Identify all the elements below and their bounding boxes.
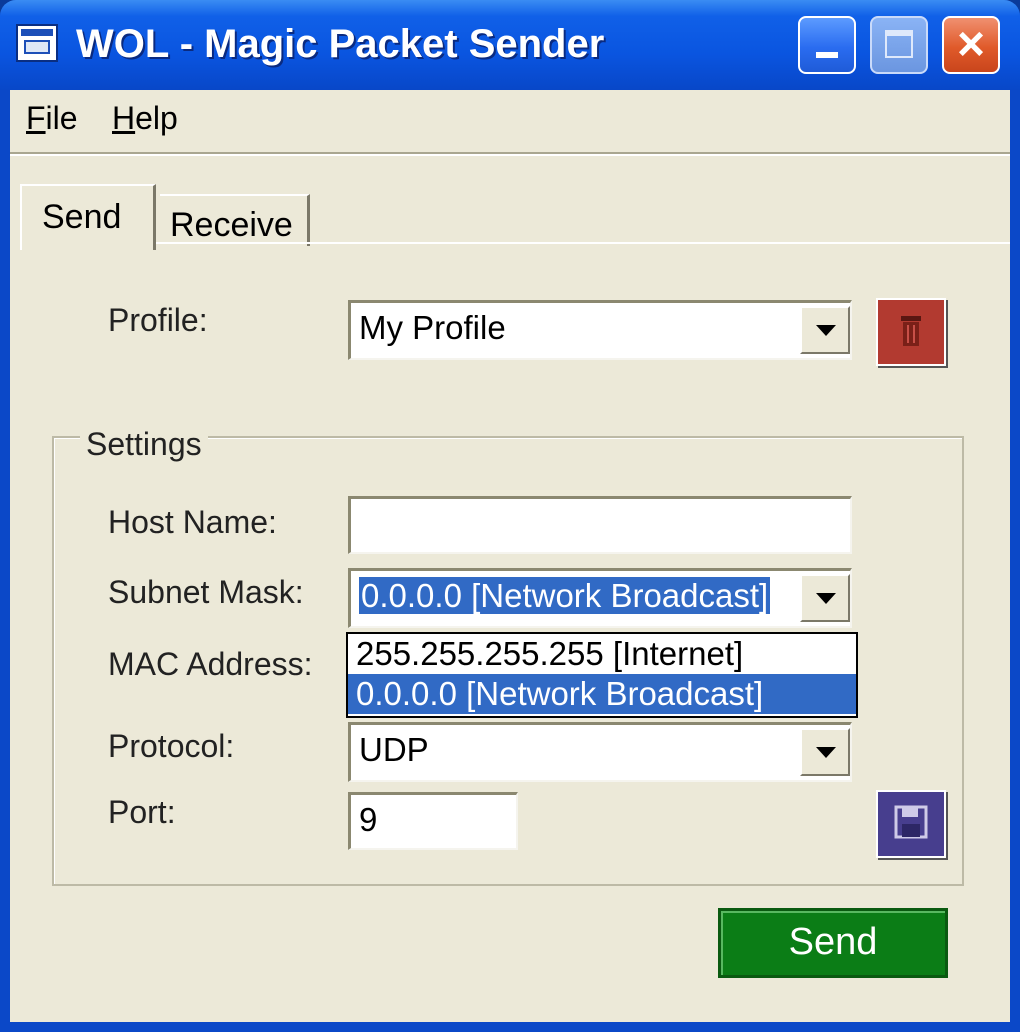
window-title: WOL - Magic Packet Sender: [76, 22, 605, 66]
host-name-input[interactable]: [348, 496, 852, 554]
close-icon: ×: [956, 18, 986, 71]
settings-group-title: Settings: [80, 426, 208, 463]
host-name-label: Host Name:: [108, 504, 277, 540]
subnet-option-network-broadcast[interactable]: 0.0.0.0 [Network Broadcast]: [348, 674, 856, 714]
chevron-down-icon: [816, 593, 836, 604]
app-icon: [16, 24, 58, 62]
subnet-mask-dropdown-list: 255.255.255.255 [Internet] 0.0.0.0 [Netw…: [346, 632, 858, 718]
port-label: Port:: [108, 794, 176, 830]
subnet-mask-dropdown-button[interactable]: [800, 574, 850, 622]
tab-panel-border: [20, 242, 1010, 244]
delete-profile-button[interactable]: [876, 298, 946, 366]
mac-address-label: MAC Address:: [108, 646, 313, 682]
close-button[interactable]: ×: [942, 16, 1000, 74]
profile-value: My Profile: [359, 309, 506, 346]
menu-file[interactable]: File: [26, 100, 78, 137]
subnet-mask-label: Subnet Mask:: [108, 574, 304, 610]
floppy-disk-icon: [894, 805, 928, 839]
protocol-label: Protocol:: [108, 728, 235, 764]
protocol-dropdown-button[interactable]: [800, 728, 850, 776]
menu-bar: File Help: [10, 90, 1010, 150]
maximize-icon: [885, 30, 913, 58]
protocol-value: UDP: [359, 731, 429, 768]
tab-send[interactable]: Send: [20, 184, 156, 250]
save-profile-button[interactable]: [876, 790, 946, 858]
chevron-down-icon: [816, 325, 836, 336]
profile-dropdown-button[interactable]: [800, 306, 850, 354]
chevron-down-icon: [816, 747, 836, 758]
subnet-mask-select[interactable]: 0.0.0.0 [Network Broadcast]: [348, 568, 852, 628]
protocol-select[interactable]: UDP: [348, 722, 852, 782]
menu-separator: [10, 152, 1010, 156]
title-bar[interactable]: WOL - Magic Packet Sender ×: [0, 0, 1020, 90]
client-area: File Help Send Receive Profile: My Profi…: [10, 90, 1010, 1022]
profile-select[interactable]: My Profile: [348, 300, 852, 360]
subnet-mask-value: 0.0.0.0 [Network Broadcast]: [359, 577, 771, 614]
maximize-button[interactable]: [870, 16, 928, 74]
minimize-icon: [816, 52, 838, 58]
menu-help[interactable]: Help: [112, 100, 178, 137]
profile-label: Profile:: [108, 302, 208, 338]
port-input[interactable]: 9: [348, 792, 518, 850]
subnet-option-internet[interactable]: 255.255.255.255 [Internet]: [348, 634, 856, 674]
tab-receive[interactable]: Receive: [160, 194, 310, 246]
trash-icon: [901, 316, 921, 346]
minimize-button[interactable]: [798, 16, 856, 74]
send-button[interactable]: Send: [718, 908, 948, 978]
app-window: WOL - Magic Packet Sender × File Help Se…: [0, 0, 1020, 1032]
